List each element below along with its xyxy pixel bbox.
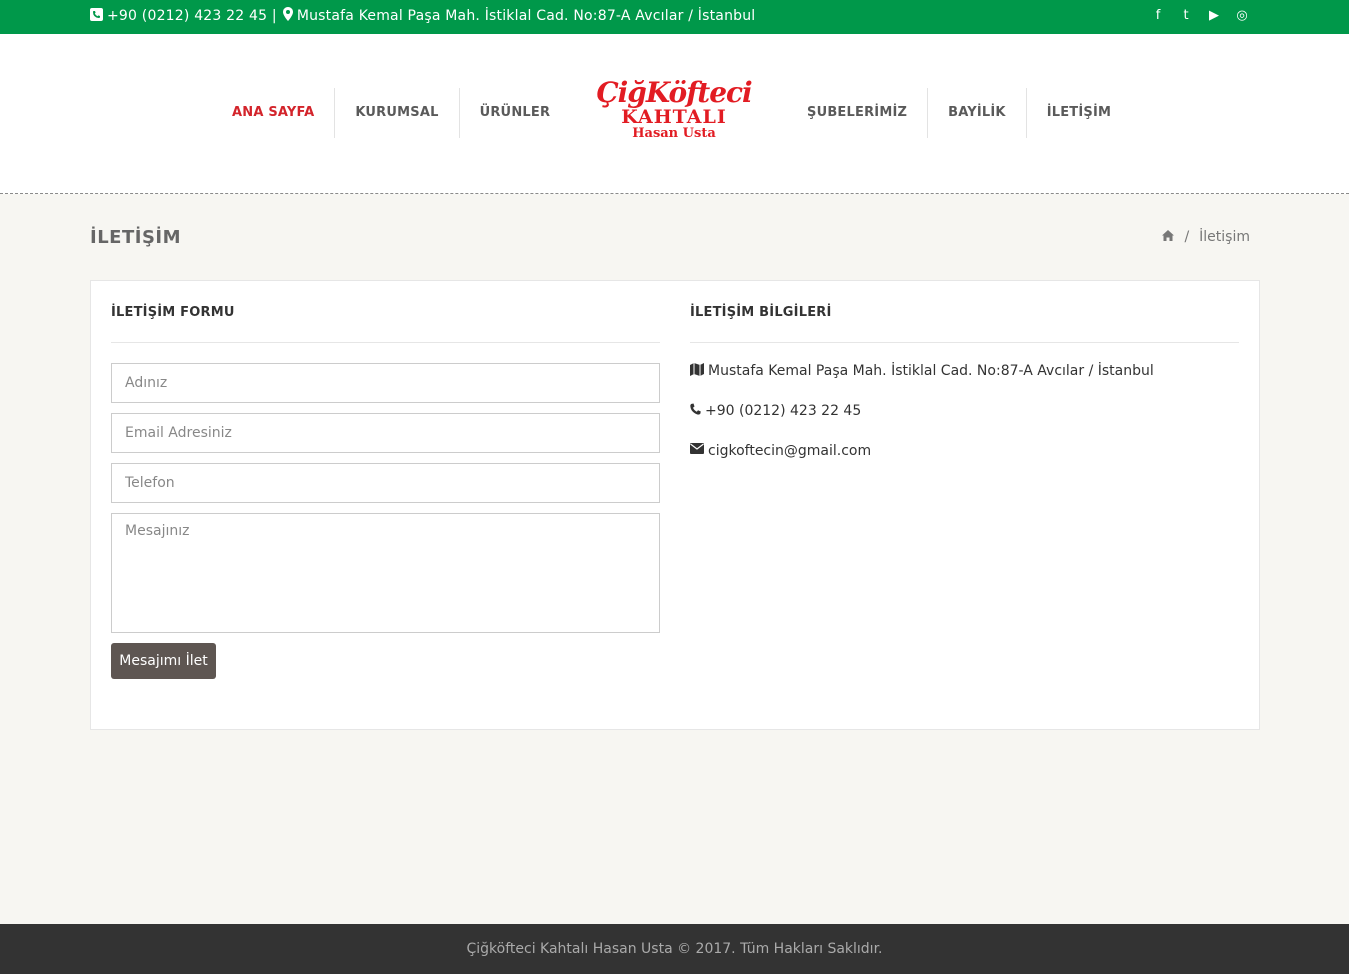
logo-line-1: ÇiğKöfteci <box>596 76 752 109</box>
home-icon[interactable] <box>1162 229 1175 245</box>
logo-line-3: Hasan Usta <box>632 126 716 141</box>
info-heading: İLETİŞİM BİLGİLERİ <box>690 305 1239 343</box>
main-nav-right: ŞUBELERİMİZ BAYİLİK İLETİŞİM <box>787 88 1131 138</box>
info-address-text: Mustafa Kemal Paşa Mah. İstiklal Cad. No… <box>708 363 1154 379</box>
info-address: Mustafa Kemal Paşa Mah. İstiklal Cad. No… <box>690 363 1239 403</box>
submit-button[interactable]: Mesajımı İlet <box>111 643 216 679</box>
footer-copyright: Çiğköfteci Kahtalı Hasan Usta © 2017. Tü… <box>466 941 883 957</box>
top-contact: +90 (0212) 423 22 45 | Mustafa Kemal Paş… <box>90 7 755 25</box>
nav-home[interactable]: ANA SAYFA <box>212 88 334 138</box>
phone-icon <box>690 403 705 419</box>
page-title: İLETİŞİM <box>90 227 182 248</box>
breadcrumb-separator: / <box>1184 229 1190 245</box>
nav-about[interactable]: KURUMSAL <box>334 88 458 138</box>
top-phone: +90 (0212) 423 22 45 | <box>107 8 277 24</box>
phone-square-icon <box>90 7 103 25</box>
info-email-text[interactable]: cigkoftecin@gmail.com <box>708 443 871 459</box>
email-input[interactable] <box>111 413 660 453</box>
contact-panel: İLETİŞİM FORMU Mesajımı İlet İLETİŞİM Bİ… <box>90 280 1260 730</box>
message-textarea[interactable] <box>111 513 660 633</box>
youtube-icon[interactable]: ▶ <box>1207 8 1221 24</box>
envelope-icon <box>690 443 708 458</box>
logo-line-2: KAHTALI <box>621 106 727 128</box>
twitter-icon[interactable]: t <box>1179 8 1193 24</box>
contact-info-list: Mustafa Kemal Paşa Mah. İstiklal Cad. No… <box>690 363 1239 483</box>
nav-franchise[interactable]: BAYİLİK <box>927 88 1026 138</box>
site-header: ANA SAYFA KURUMSAL ÜRÜNLER ÇiğKöfteci KA… <box>0 34 1349 194</box>
social-links: f t ▶ ◎ <box>1151 8 1249 24</box>
map-icon <box>690 363 708 380</box>
facebook-icon[interactable]: f <box>1151 8 1165 24</box>
nav-contact[interactable]: İLETİŞİM <box>1025 88 1131 138</box>
nav-products[interactable]: ÜRÜNLER <box>458 88 571 138</box>
instagram-icon[interactable]: ◎ <box>1235 8 1249 24</box>
name-input[interactable] <box>111 363 660 403</box>
form-heading: İLETİŞİM FORMU <box>111 305 660 343</box>
nav-branches[interactable]: ŞUBELERİMİZ <box>787 88 927 138</box>
contact-info-section: İLETİŞİM BİLGİLERİ Mustafa Kemal Paşa Ma… <box>690 281 1239 483</box>
breadcrumb: / İletişim <box>1162 229 1250 245</box>
site-footer: Çiğköfteci Kahtalı Hasan Usta © 2017. Tü… <box>0 924 1349 974</box>
top-bar: +90 (0212) 423 22 45 | Mustafa Kemal Paş… <box>0 0 1349 34</box>
main-nav-left: ANA SAYFA KURUMSAL ÜRÜNLER <box>212 88 570 138</box>
breadcrumb-current: İletişim <box>1199 229 1250 245</box>
info-email: cigkoftecin@gmail.com <box>690 443 1239 483</box>
contact-form-section: İLETİŞİM FORMU Mesajımı İlet <box>111 281 660 679</box>
info-phone: +90 (0212) 423 22 45 <box>690 403 1239 443</box>
top-address: Mustafa Kemal Paşa Mah. İstiklal Cad. No… <box>296 8 756 24</box>
map-marker-icon <box>282 7 293 25</box>
phone-input[interactable] <box>111 463 660 503</box>
info-phone-text: +90 (0212) 423 22 45 <box>705 403 862 419</box>
site-logo[interactable]: ÇiğKöfteci KAHTALI Hasan Usta <box>581 78 767 148</box>
